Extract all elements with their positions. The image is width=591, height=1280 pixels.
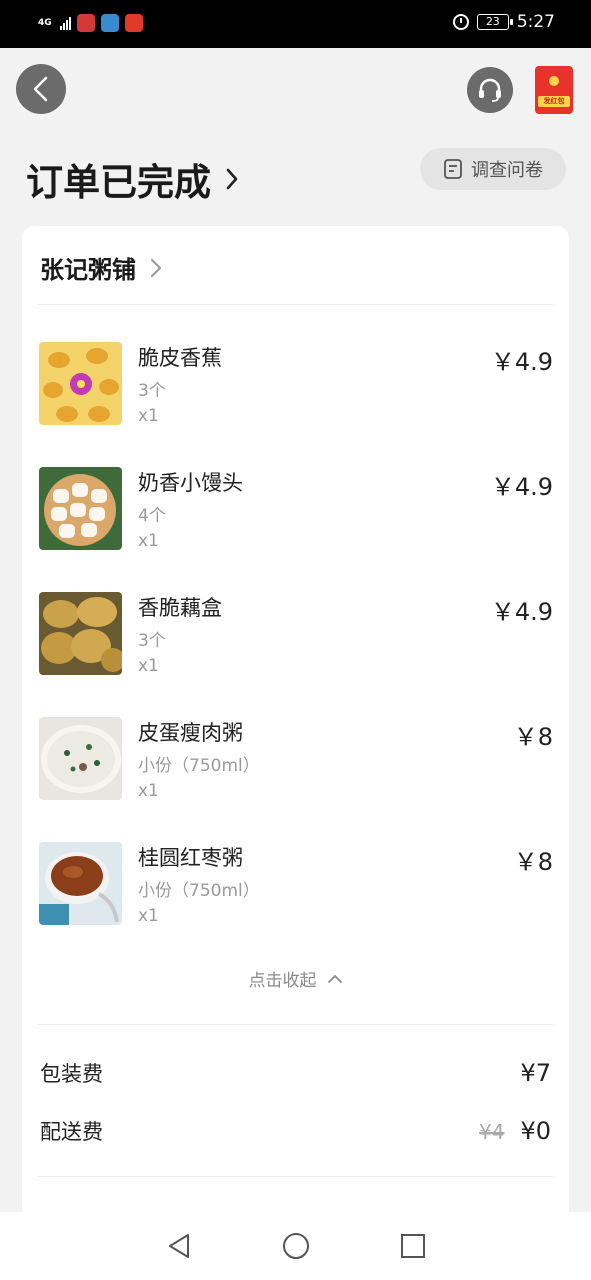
item-name: 奶香小馒头 <box>138 471 243 495</box>
delivery-fee-label: 配送费 <box>40 1120 103 1144</box>
item-price: ￥4.9 <box>490 598 553 626</box>
item-spec: 4个 <box>138 506 166 526</box>
delivery-fee-value: ¥0 <box>520 1117 551 1145</box>
system-navigation-bar <box>0 1212 591 1280</box>
divider <box>38 1024 553 1025</box>
status-right: 23 5:27 <box>452 12 555 32</box>
customer-service-button[interactable] <box>467 67 513 113</box>
survey-button[interactable]: 调查问卷 <box>420 148 566 190</box>
item-quantity: x1 <box>138 656 159 676</box>
red-packet-button[interactable]: 发红包 <box>535 66 573 114</box>
headset-icon <box>479 78 501 102</box>
list-item[interactable]: 皮蛋瘦肉粥 小份（750ml） x1 ￥8 <box>38 717 553 801</box>
item-name: 脆皮香蕉 <box>138 346 222 370</box>
item-quantity: x1 <box>138 406 159 426</box>
home-circle-icon[interactable] <box>282 1232 310 1260</box>
food-image-buns <box>39 467 122 550</box>
packaging-fee-row: 包装费 ¥7 <box>40 1058 551 1088</box>
back-button[interactable] <box>16 64 66 114</box>
status-bar: 4G 23 5:27 <box>0 0 591 48</box>
recents-square-icon[interactable] <box>400 1233 426 1259</box>
item-name: 皮蛋瘦肉粥 <box>138 721 243 745</box>
delivery-fee-original: ¥4 <box>479 1120 505 1144</box>
item-spec: 3个 <box>138 631 166 651</box>
packaging-fee-label: 包装费 <box>40 1062 103 1086</box>
delivery-fee-row: 配送费 ¥4 ¥0 <box>40 1116 551 1146</box>
network-type: 4G <box>38 17 52 28</box>
divider <box>38 304 553 305</box>
item-price: ￥4.9 <box>490 473 553 501</box>
order-status-text: 订单已完成 <box>26 161 211 204</box>
collapse-label: 点击收起 <box>248 971 317 991</box>
packaging-fee-value: ¥7 <box>520 1059 551 1087</box>
chevron-right-icon <box>226 168 238 190</box>
item-name: 桂圆红枣粥 <box>138 846 243 870</box>
shop-link[interactable]: 张记粥铺 <box>40 250 162 285</box>
food-image-longan-congee <box>39 842 122 925</box>
reader-app-icon <box>77 14 95 32</box>
item-price: ￥8 <box>513 848 553 876</box>
item-spec: 小份（750ml） <box>138 881 260 901</box>
order-status-title[interactable]: 订单已完成 <box>26 152 239 206</box>
list-item[interactable]: 香脆藕盒 3个 x1 ￥4.9 <box>38 592 553 676</box>
collapse-button[interactable]: 点击收起 <box>22 966 569 991</box>
survey-icon <box>444 159 462 179</box>
alarm-icon <box>452 14 469 30</box>
item-price: ￥8 <box>513 723 553 751</box>
list-item[interactable]: 奶香小馒头 4个 x1 ￥4.9 <box>38 467 553 551</box>
coin-icon <box>549 76 559 86</box>
shop-name: 张记粥铺 <box>40 256 136 284</box>
item-quantity: x1 <box>138 781 159 801</box>
food-image-congee <box>39 717 122 800</box>
item-price: ￥4.9 <box>490 348 553 376</box>
item-name: 香脆藕盒 <box>138 596 222 620</box>
food-image-banana <box>39 342 122 425</box>
chevron-left-icon <box>33 76 48 102</box>
chevron-up-icon <box>327 974 342 983</box>
news-app-icon <box>125 14 143 32</box>
survey-label: 调查问卷 <box>471 160 543 181</box>
order-card: 张记粥铺 脆皮香蕉 3个 x1 ￥4.9 奶香小馒头 4个 x1 ￥4.9 香脆… <box>22 226 569 1226</box>
item-quantity: x1 <box>138 531 159 551</box>
video-app-icon <box>101 14 119 32</box>
back-triangle-icon[interactable] <box>166 1232 192 1260</box>
divider <box>38 1176 553 1177</box>
status-left: 4G <box>38 14 143 32</box>
red-packet-label: 发红包 <box>538 96 570 107</box>
item-quantity: x1 <box>138 906 159 926</box>
clock: 5:27 <box>516 12 555 32</box>
chevron-right-icon <box>151 258 161 277</box>
signal-icon <box>60 16 71 30</box>
battery-icon: 23 <box>476 14 513 30</box>
list-item[interactable]: 脆皮香蕉 3个 x1 ￥4.9 <box>38 342 553 426</box>
list-item[interactable]: 桂圆红枣粥 小份（750ml） x1 ￥8 <box>38 842 553 926</box>
food-image-lotus-root <box>39 592 122 675</box>
item-spec: 3个 <box>138 381 166 401</box>
item-spec: 小份（750ml） <box>138 756 260 776</box>
